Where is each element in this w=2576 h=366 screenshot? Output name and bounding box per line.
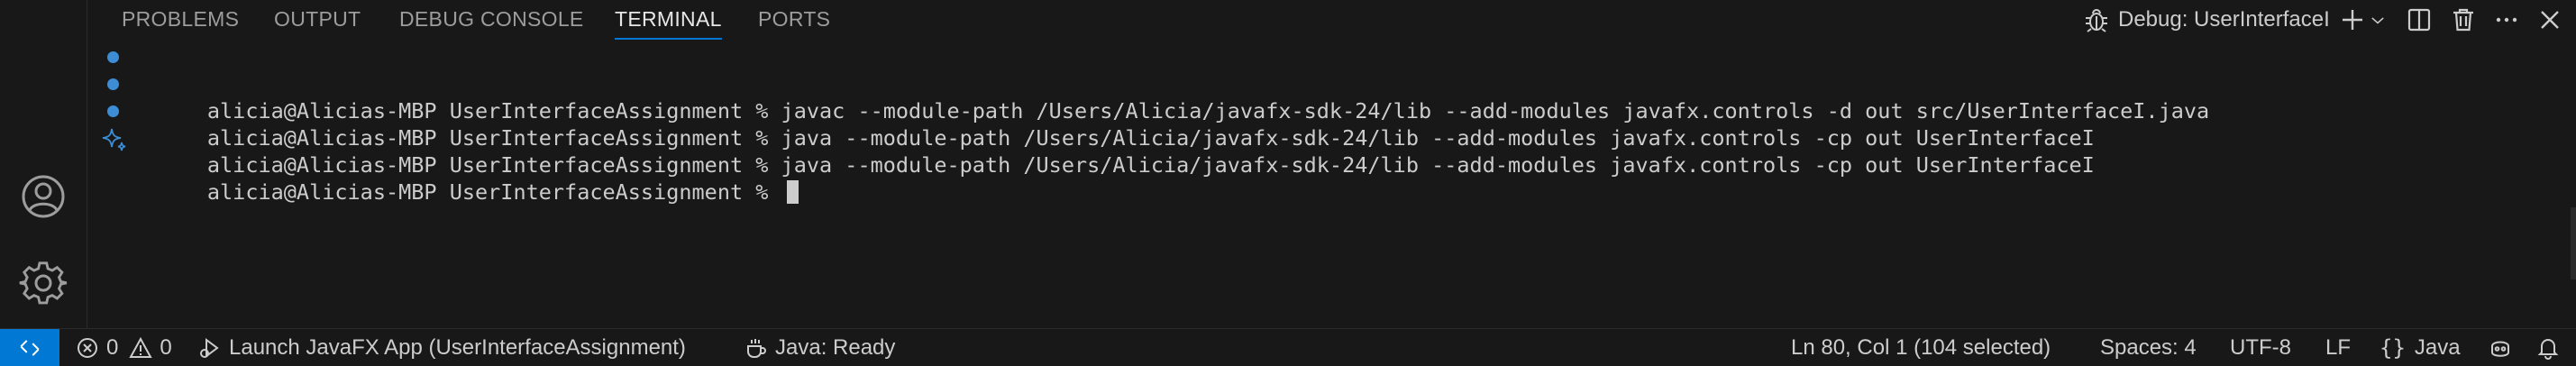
split-icon xyxy=(2407,8,2431,32)
panel-tabs: PROBLEMS OUTPUT DEBUG CONSOLE TERMINAL P… xyxy=(87,0,2576,40)
warning-icon xyxy=(129,336,153,358)
close-icon xyxy=(2541,11,2559,29)
terminal-line: alicia@Alicias-MBP UserInterfaceAssignme… xyxy=(96,124,2558,205)
command-success-decoration-icon[interactable] xyxy=(107,105,119,117)
chevron-down-icon xyxy=(2371,17,2384,24)
tab-problems[interactable]: PROBLEMS xyxy=(122,0,239,40)
copilot-icon xyxy=(2491,341,2509,357)
panel: PROBLEMS OUTPUT DEBUG CONSOLE TERMINAL P… xyxy=(87,0,2576,328)
scrollbar[interactable] xyxy=(2571,207,2576,279)
coffee-cup-icon xyxy=(747,338,766,358)
command-success-decoration-icon[interactable] xyxy=(107,51,119,63)
terminal-cursor xyxy=(786,180,799,204)
status-bar: 0 0 Launch JavaFX App (UserInterfaceAssi… xyxy=(0,328,2576,366)
kill-terminal-button[interactable] xyxy=(2449,4,2478,36)
debug-icon xyxy=(2086,9,2107,32)
tab-ports[interactable]: PORTS xyxy=(758,0,830,40)
terminal-line: alicia@Alicias-MBP UserInterfaceAssignme… xyxy=(96,43,2558,124)
bell-icon xyxy=(2537,338,2559,360)
close-panel-button[interactable] xyxy=(2535,4,2564,36)
line-ending-status[interactable]: LF xyxy=(2325,329,2351,366)
terminal-output[interactable]: alicia@Alicias-MBP UserInterfaceAssignme… xyxy=(96,43,2558,205)
cursor-position-status[interactable]: Ln 80, Col 1 (104 selected) xyxy=(1791,329,2051,366)
launch-config-label: Launch JavaFX App (UserInterfaceAssignme… xyxy=(229,334,686,360)
error-icon xyxy=(78,337,97,358)
remote-indicator-button[interactable] xyxy=(0,329,59,366)
command-success-decoration-icon[interactable] xyxy=(107,78,119,90)
debug-session-label: Debug: UserInterfaceI xyxy=(2118,7,2330,32)
split-terminal-button[interactable] xyxy=(2405,4,2434,36)
terminal-prompt-text: alicia@Alicias-MBP UserInterfaceAssignme… xyxy=(206,179,781,205)
notifications-button[interactable] xyxy=(2536,329,2567,366)
terminal-line-text: alicia@Alicias-MBP UserInterfaceAssignme… xyxy=(206,152,2095,178)
braces-icon: {} xyxy=(2380,334,2406,361)
ellipsis-icon xyxy=(2496,17,2517,23)
manage-gear-icon[interactable] xyxy=(18,258,69,308)
language-mode-status[interactable]: {} Java xyxy=(2380,329,2461,366)
problems-status[interactable]: 0 0 xyxy=(76,329,172,366)
warning-count: 0 xyxy=(160,334,172,360)
java-status-label: Java: Ready xyxy=(775,334,896,360)
sparkle-icon[interactable] xyxy=(102,126,127,151)
tab-debug-console[interactable]: DEBUG CONSOLE xyxy=(399,0,584,40)
activity-bar xyxy=(0,0,87,328)
error-count: 0 xyxy=(106,334,119,360)
accounts-icon[interactable] xyxy=(18,171,69,222)
copilot-status[interactable] xyxy=(2488,329,2520,366)
more-actions-button[interactable] xyxy=(2492,4,2521,36)
encoding-status[interactable]: UTF-8 xyxy=(2230,329,2291,366)
terminal-line: alicia@Alicias-MBP UserInterfaceAssignme… xyxy=(96,70,2558,151)
trash-icon xyxy=(2453,8,2473,32)
terminal-profile-dropdown[interactable] xyxy=(2368,4,2388,36)
debug-launch-icon xyxy=(200,337,219,358)
plus-icon xyxy=(2343,10,2362,30)
tab-output[interactable]: OUTPUT xyxy=(274,0,361,40)
launch-config-status[interactable]: Launch JavaFX App (UserInterfaceAssignme… xyxy=(198,329,686,366)
terminal-line: alicia@Alicias-MBP UserInterfaceAssignme… xyxy=(96,97,2558,178)
debug-session-selector[interactable]: Debug: UserInterfaceI xyxy=(2082,4,2330,36)
language-label: Java xyxy=(2414,334,2461,360)
tab-terminal[interactable]: TERMINAL xyxy=(615,0,722,40)
indentation-status[interactable]: Spaces: 4 xyxy=(2100,329,2197,366)
remote-icon xyxy=(20,339,40,356)
new-terminal-button[interactable] xyxy=(2338,4,2367,36)
java-status[interactable]: Java: Ready xyxy=(744,329,895,366)
